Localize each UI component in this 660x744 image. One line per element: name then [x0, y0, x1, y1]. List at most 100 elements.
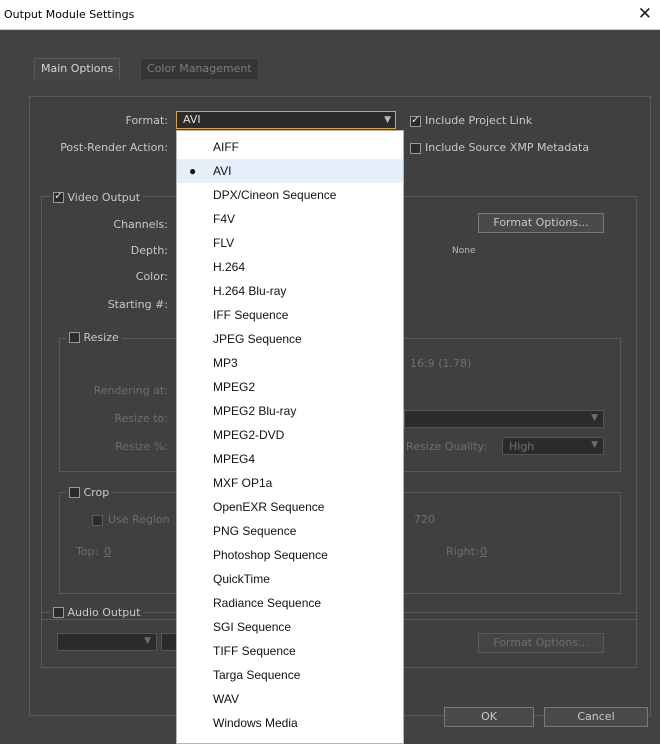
- format-option-aiff[interactable]: AIFF: [177, 135, 403, 159]
- format-option-wav[interactable]: WAV: [177, 687, 403, 711]
- audio-output-header: Audio Output: [50, 605, 144, 619]
- format-option-label: DPX/Cineon Sequence: [213, 188, 337, 202]
- channels-label: Channels:: [113, 218, 168, 231]
- resize-quality-select[interactable]: High ▼: [502, 437, 604, 455]
- format-option-h-264-blu-ray[interactable]: H.264 Blu-ray: [177, 279, 403, 303]
- audio-format-options-button[interactable]: Format Options...: [478, 633, 604, 653]
- tab-color-management[interactable]: Color Management: [140, 58, 259, 79]
- crop-right-label: Right:: [446, 545, 479, 558]
- close-icon[interactable]: ✕: [638, 4, 652, 24]
- starting-number-label: Starting #:: [107, 298, 168, 311]
- format-option-sgi-sequence[interactable]: SGI Sequence: [177, 615, 403, 639]
- format-value: AVI: [183, 113, 201, 126]
- window-title: Output Module Settings: [4, 8, 135, 21]
- rendering-at-label: Rendering at:: [93, 384, 168, 397]
- format-option-label: H.264 Blu-ray: [213, 284, 287, 298]
- resize-checkbox[interactable]: [69, 332, 80, 343]
- chevron-down-icon: ▼: [384, 115, 391, 125]
- resize-quality-value: High: [509, 440, 535, 453]
- title-bar: Output Module Settings ✕: [0, 0, 660, 30]
- format-option-radiance-sequence[interactable]: Radiance Sequence: [177, 591, 403, 615]
- format-option-label: AVI: [213, 164, 232, 178]
- format-option-label: MP3: [213, 356, 238, 370]
- format-option-mpeg4[interactable]: MPEG4: [177, 447, 403, 471]
- format-option-avi[interactable]: ● AVI: [177, 159, 403, 183]
- resize-percent-label: Resize %:: [115, 440, 168, 453]
- format-option-flv[interactable]: FLV: [177, 231, 403, 255]
- tab-main-options[interactable]: Main Options: [34, 58, 121, 79]
- format-option-mpeg2[interactable]: MPEG2: [177, 375, 403, 399]
- resize-to-label: Resize to:: [114, 412, 169, 425]
- crop-checkbox[interactable]: [69, 487, 80, 498]
- audio-channels-select[interactable]: ▼: [57, 633, 157, 651]
- format-label: Format:: [125, 114, 168, 127]
- crop-right-value[interactable]: 0: [480, 545, 487, 558]
- selected-bullet-icon: ●: [189, 164, 197, 178]
- format-option-openexr-sequence[interactable]: OpenEXR Sequence: [177, 495, 403, 519]
- aspect-ratio-text: 16:9 (1.78): [410, 357, 472, 370]
- post-render-label: Post-Render Action:: [60, 141, 168, 154]
- ok-button[interactable]: OK: [444, 707, 534, 727]
- format-option-label: FLV: [213, 236, 235, 250]
- format-option-label: MPEG4: [213, 452, 256, 466]
- use-region-label: Use Region: [108, 513, 170, 526]
- chevron-down-icon: ▼: [144, 636, 151, 646]
- codec-value: None: [452, 246, 476, 256]
- format-option-label: TIFF Sequence: [213, 644, 296, 658]
- format-option-mpeg2-dvd[interactable]: MPEG2-DVD: [177, 423, 403, 447]
- cancel-button[interactable]: Cancel: [544, 707, 648, 727]
- crop-size-text: 720: [414, 513, 435, 526]
- format-option-dpx-cineon-sequence[interactable]: DPX/Cineon Sequence: [177, 183, 403, 207]
- format-option-mxf-op1a[interactable]: MXF OP1a: [177, 471, 403, 495]
- format-option-label: QuickTime: [213, 572, 270, 586]
- format-option-iff-sequence[interactable]: IFF Sequence: [177, 303, 403, 327]
- format-option-label: AIFF: [213, 140, 239, 154]
- resize-quality-label: Resize Quality:: [406, 440, 487, 453]
- format-option-f4v[interactable]: F4V: [177, 207, 403, 231]
- audio-output-checkbox[interactable]: [53, 607, 64, 618]
- format-option-photoshop-sequence[interactable]: Photoshop Sequence: [177, 543, 403, 567]
- use-region-checkbox[interactable]: [92, 515, 103, 526]
- video-output-label: Video Output: [67, 191, 141, 204]
- format-option-label: WAV: [213, 692, 239, 706]
- audio-output-label: Audio Output: [67, 606, 141, 619]
- format-option-windows-media[interactable]: Windows Media: [177, 711, 403, 735]
- resize-header: Resize: [66, 330, 122, 344]
- chevron-down-icon: ▼: [591, 440, 598, 450]
- format-option-label: MXF OP1a: [213, 476, 273, 490]
- format-option-label: MPEG2: [213, 380, 256, 394]
- format-option-label: MPEG2-DVD: [213, 428, 285, 442]
- format-select[interactable]: AVI ▼: [176, 111, 396, 129]
- format-dropdown-list: AIFF ● AVI DPX/Cineon Sequence F4V FLV H.264 H.…: [176, 130, 404, 744]
- resize-to-select[interactable]: ▼: [404, 410, 604, 428]
- crop-top-value[interactable]: 0: [104, 545, 111, 558]
- format-option-label: IFF Sequence: [213, 308, 289, 322]
- format-option-label: SGI Sequence: [213, 620, 292, 634]
- format-option-label: OpenEXR Sequence: [213, 500, 325, 514]
- format-option-tiff-sequence[interactable]: TIFF Sequence: [177, 639, 403, 663]
- format-option-label: JPEG Sequence: [213, 332, 302, 346]
- video-format-options-button[interactable]: Format Options...: [478, 213, 604, 233]
- format-option-h-264[interactable]: H.264: [177, 255, 403, 279]
- format-option-quicktime[interactable]: QuickTime: [177, 567, 403, 591]
- crop-label: Crop: [83, 486, 110, 499]
- resize-label: Resize: [83, 331, 119, 344]
- format-option-label: Windows Media: [213, 716, 298, 730]
- include-project-link-checkbox[interactable]: [410, 113, 421, 127]
- depth-label: Depth:: [130, 244, 168, 257]
- format-option-label: H.264: [213, 260, 246, 274]
- format-option-mpeg2-blu-ray[interactable]: MPEG2 Blu-ray: [177, 399, 403, 423]
- format-option-png-sequence[interactable]: PNG Sequence: [177, 519, 403, 543]
- video-output-checkbox[interactable]: [53, 189, 64, 203]
- include-xmp-checkbox[interactable]: [410, 143, 421, 154]
- include-project-link-label: Include Project Link: [425, 114, 533, 127]
- video-output-header: Video Output: [50, 189, 144, 204]
- include-xmp-label: Include Source XMP Metadata: [425, 141, 590, 154]
- format-option-jpeg-sequence[interactable]: JPEG Sequence: [177, 327, 403, 351]
- format-option-targa-sequence[interactable]: Targa Sequence: [177, 663, 403, 687]
- format-option-label: F4V: [213, 212, 236, 226]
- format-option-mp3[interactable]: MP3: [177, 351, 403, 375]
- chevron-down-icon: ▼: [591, 413, 598, 423]
- format-option-label: MPEG2 Blu-ray: [213, 404, 297, 418]
- crop-header: Crop: [66, 485, 113, 499]
